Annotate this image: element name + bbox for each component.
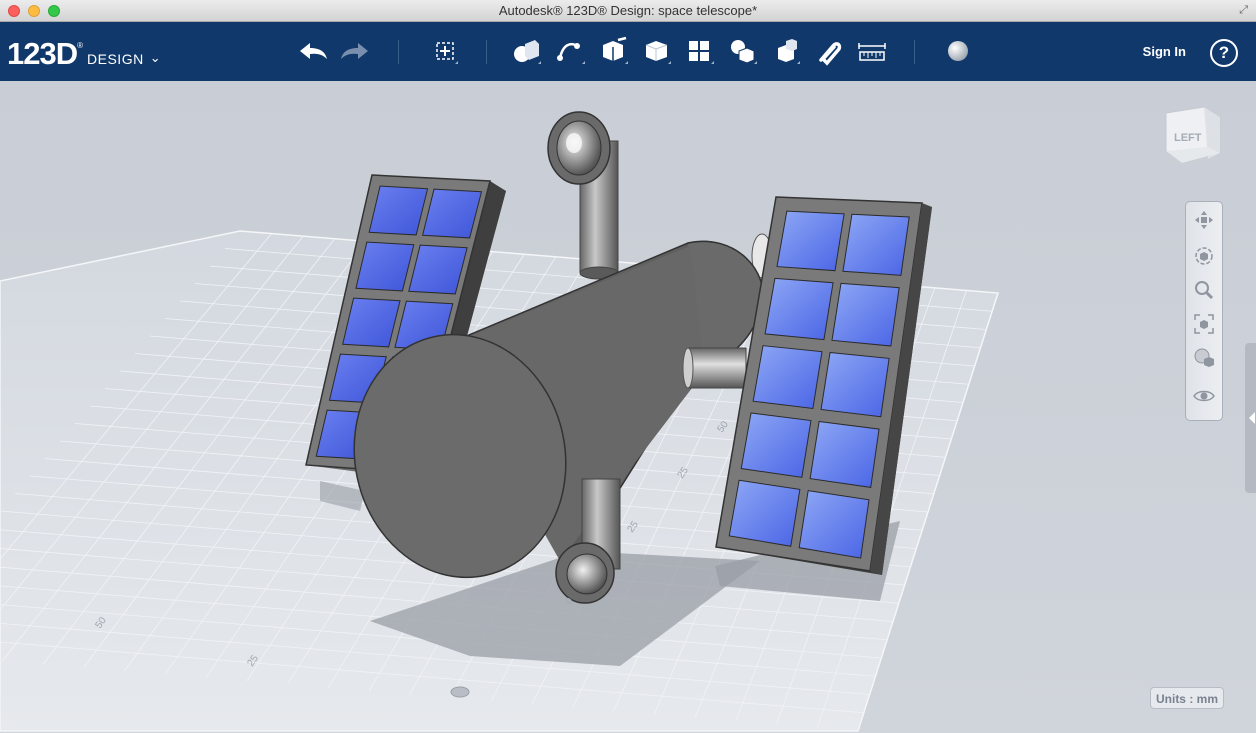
orbit-button[interactable] [1190, 242, 1218, 270]
sketch-button[interactable] [554, 34, 588, 68]
grouping-button[interactable] [726, 34, 760, 68]
sign-in-link[interactable]: Sign In [1143, 44, 1186, 59]
view-cube[interactable]: LEFT [1160, 101, 1226, 172]
fullscreen-icon[interactable]: ⤢ [1239, 4, 1248, 17]
grouping-icon [731, 40, 757, 64]
pan-icon [1195, 211, 1213, 229]
antenna-top[interactable] [547, 111, 619, 280]
panel-collapse-icon[interactable] [1247, 406, 1256, 430]
modify-button[interactable] [640, 34, 674, 68]
sketch-icon [557, 42, 585, 64]
origin-marker [450, 686, 470, 698]
toolbar-divider [486, 40, 487, 64]
pattern-button[interactable] [683, 34, 717, 68]
solar-cell [842, 213, 910, 276]
material-icon [948, 41, 968, 61]
pattern-icon [689, 41, 714, 64]
window-title: Autodesk® 123D® Design: space telescope* [498, 3, 758, 18]
redo-icon [341, 43, 368, 59]
navigation-bar [1185, 201, 1223, 421]
solar-cell [776, 210, 845, 272]
visibility-icon [1193, 390, 1215, 402]
primitives-button[interactable] [510, 34, 544, 68]
solar-cell [809, 420, 880, 488]
logo-subtitle: DESIGN [87, 51, 144, 67]
logo-registered-mark: ® [77, 41, 84, 50]
orbit-icon [1195, 247, 1213, 265]
solar-cell [831, 282, 900, 347]
materials-display-icon [1194, 348, 1214, 367]
solar-cell [728, 479, 801, 547]
window-titlebar: Autodesk® 123D® Design: space telescope*… [0, 0, 1256, 22]
design-viewport[interactable]: 50 25 0 25 25 50 LEFT Units: mm [0, 81, 1256, 733]
redo-button[interactable] [338, 34, 372, 68]
transform-button[interactable] [428, 34, 462, 68]
primitives-icon [514, 40, 541, 64]
construct-icon [603, 36, 628, 64]
material-button[interactable] [941, 34, 975, 68]
logo-text: 123D [7, 36, 78, 71]
solar-cell [752, 345, 823, 410]
snap-button[interactable] [812, 34, 846, 68]
undo-icon [300, 43, 327, 59]
solar-cell [798, 490, 870, 559]
combine-button[interactable] [769, 34, 803, 68]
measure-icon [858, 43, 886, 61]
solar-cell [820, 351, 890, 418]
antenna-bottom[interactable] [555, 542, 615, 604]
undo-button[interactable] [296, 34, 330, 68]
snap-icon [819, 42, 842, 66]
toolbar-divider [398, 40, 399, 64]
main-toolbar: 123D ® DESIGN ⌄ Sign In ? [0, 22, 1256, 81]
modify-icon [645, 41, 671, 64]
toolbar-divider [914, 40, 915, 64]
combine-icon [778, 39, 800, 64]
help-button[interactable]: ? [1210, 39, 1238, 67]
solar-cell [764, 277, 834, 341]
units-indicator[interactable]: Units : mm [1150, 687, 1224, 709]
fit-button[interactable] [1190, 310, 1218, 338]
fit-icon [1194, 314, 1214, 334]
pan-button[interactable] [1190, 206, 1218, 234]
construct-button[interactable] [597, 34, 631, 68]
measure-button[interactable] [855, 34, 889, 68]
solar-cell [740, 412, 812, 478]
zoom-button[interactable] [1190, 276, 1218, 304]
chevron-down-icon: ⌄ [149, 50, 161, 65]
view-cube-face-label: LEFT [1174, 132, 1202, 144]
3d-scene[interactable]: 50 25 0 25 25 50 [0, 81, 1256, 733]
zoom-icon [1195, 281, 1214, 300]
materials-display-button[interactable] [1190, 344, 1218, 372]
app-menu-button[interactable]: 123D ® DESIGN ⌄ [7, 36, 161, 72]
transform-icon [436, 42, 458, 64]
visibility-button[interactable] [1190, 382, 1218, 410]
